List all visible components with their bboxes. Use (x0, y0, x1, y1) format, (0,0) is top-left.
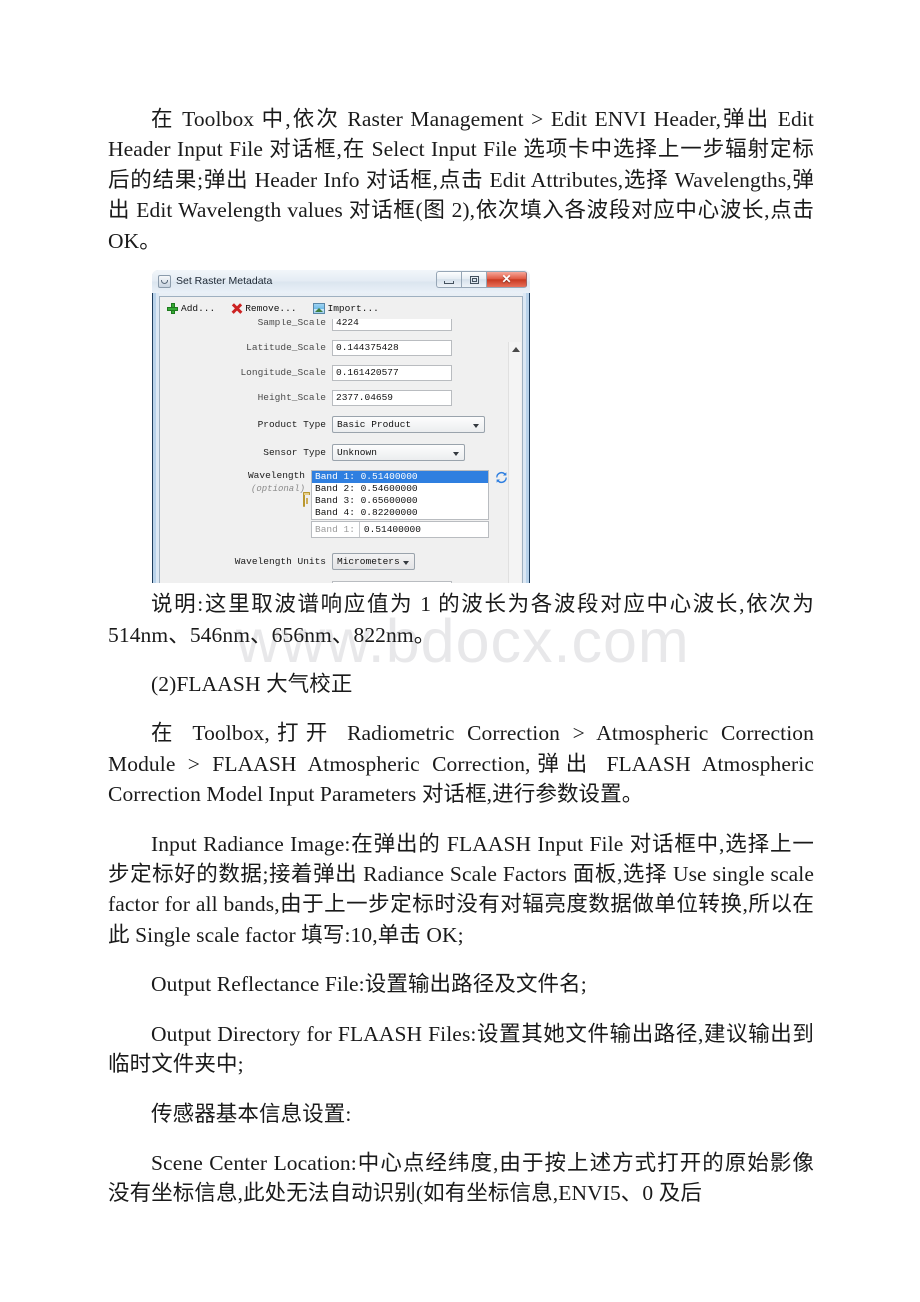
close-icon: ✕ (501, 272, 512, 286)
window-left-edge (152, 293, 159, 583)
plus-icon (167, 302, 178, 314)
import-image-icon (312, 302, 325, 314)
product-type-select[interactable]: Basic Product (332, 415, 485, 433)
wavelength-optional-note: (optional) (250, 484, 305, 494)
import-button-label: Import... (327, 302, 379, 314)
close-button[interactable]: ✕ (486, 271, 527, 288)
field-row-wavelength: Wavelength (optional) Band 1: 0.51400000… (160, 470, 508, 538)
latitude-scale-input[interactable]: 0.144375428 (332, 339, 452, 356)
scroll-up-arrow-icon[interactable] (512, 347, 520, 352)
wavelength-label-column: Wavelength (optional) (160, 470, 311, 507)
field-row-sensor-type: Sensor Type Unknown (160, 438, 508, 466)
vertical-scrollbar[interactable] (508, 342, 521, 583)
field-row-wavelength-units: Wavelength Units Micrometers (160, 546, 508, 576)
paragraph-6: Output Reflectance File:设置输出路径及文件名; (151, 972, 587, 997)
latitude-scale-label: Latitude_Scale (246, 342, 326, 353)
sample-scale-label: Sample_Scale (257, 319, 326, 328)
metadata-toolbar: Add... Remove... Import... (160, 297, 522, 319)
field-row-latitude-scale: Latitude_Scale 0.144375428 (160, 335, 508, 360)
wavelength-editor: Band 1: 0.51400000 Band 2: 0.54600000 Ba… (311, 470, 489, 538)
window-client-area: Add... Remove... Import... Sample_Scale … (159, 296, 523, 583)
embedded-screenshot-figure: Set Raster Metadata ✕ Add... Remove... I… (152, 270, 530, 583)
sun-elevation-input[interactable]: 42.578800 (332, 581, 452, 583)
open-folder-icon[interactable] (303, 494, 305, 507)
paragraph-8: 传感器基本信息设置: (151, 1101, 352, 1126)
longitude-scale-input[interactable]: 0.161420577 (332, 364, 452, 381)
height-scale-label: Height_Scale (257, 392, 326, 403)
add-button-label: Add... (181, 302, 216, 314)
window-titlebar: Set Raster Metadata ✕ (152, 270, 530, 293)
window-controls: ✕ (436, 271, 527, 288)
field-row-longitude-scale: Longitude_Scale 0.161420577 (160, 360, 508, 385)
window-right-edge (523, 293, 530, 583)
maximize-button[interactable] (461, 271, 486, 288)
refresh-icon[interactable] (495, 471, 508, 484)
wavelength-edit-field[interactable]: Band 1: 0.51400000 (311, 521, 489, 538)
paragraph-5: Input Radiance Image:在弹出的 FLAASH Input F… (108, 831, 814, 947)
field-row-sample-scale: Sample_Scale 4224 (160, 319, 508, 335)
paragraph-3: (2)FLAASH 大气校正 (151, 671, 353, 696)
window-title: Set Raster Metadata (176, 275, 273, 288)
paragraph-7: Output Directory for FLAASH Files:设置其她文件… (108, 1021, 814, 1077)
metadata-scroll-pane: Sample_Scale 4224 Latitude_Scale 0.14437… (160, 319, 522, 583)
product-type-label: Product Type (257, 418, 326, 430)
paragraph-9: Scene Center Location:中心点经纬度,由于按上述方式打开的原… (108, 1151, 814, 1206)
wavelength-edit-band-label: Band 1: (315, 524, 355, 535)
list-item[interactable]: Band 2: 0.54600000 (312, 483, 488, 495)
minimize-icon (444, 281, 454, 284)
sensor-type-select[interactable]: Unknown (332, 443, 465, 461)
remove-button-label: Remove... (245, 302, 297, 314)
sensor-type-label: Sensor Type (263, 446, 326, 458)
longitude-scale-label: Longitude_Scale (240, 367, 326, 378)
maximize-icon (470, 276, 479, 284)
field-row-sun-elevation: Sun Elevation 42.578800 (160, 576, 508, 583)
metadata-fields: Sample_Scale 4224 Latitude_Scale 0.14437… (160, 319, 508, 583)
minimize-button[interactable] (436, 271, 461, 288)
field-row-height-scale: Height_Scale 2377.04659 (160, 385, 508, 410)
wavelength-label: Wavelength (247, 470, 305, 481)
remove-button[interactable]: Remove... (231, 303, 296, 314)
app-icon (158, 275, 171, 288)
field-row-product-type: Product Type Basic Product (160, 410, 508, 438)
import-button[interactable]: Import... (312, 302, 379, 314)
set-raster-metadata-window: Set Raster Metadata ✕ Add... Remove... I… (152, 270, 530, 583)
wavelength-list[interactable]: Band 1: 0.51400000 Band 2: 0.54600000 Ba… (311, 470, 489, 520)
height-scale-input[interactable]: 2377.04659 (332, 389, 452, 406)
paragraph-2: 说明:这里取波谱响应值为 1 的波长为各波段对应中心波长,依次为 514nm、5… (108, 592, 814, 647)
wavelength-units-select[interactable]: Micrometers (332, 552, 415, 570)
list-item[interactable]: Band 1: 0.51400000 (312, 471, 488, 483)
document-page: www.bdocx.com 在 Toolbox 中,依次 Raster Mana… (0, 0, 920, 1302)
list-item[interactable]: Band 3: 0.65600000 (312, 495, 488, 507)
paragraph-4: 在 Toolbox,打开 Radiometric Correction > At… (108, 721, 814, 807)
x-icon (231, 303, 242, 314)
paragraph-1: 在 Toolbox 中,依次 Raster Management > Edit … (108, 107, 814, 253)
wavelength-units-label: Wavelength Units (234, 555, 326, 567)
wavelength-edit-value[interactable]: 0.51400000 (358, 522, 488, 537)
list-item[interactable]: Band 4: 0.82200000 (312, 507, 488, 519)
sample-scale-input[interactable]: 4224 (332, 319, 452, 331)
add-button[interactable]: Add... (167, 302, 216, 314)
